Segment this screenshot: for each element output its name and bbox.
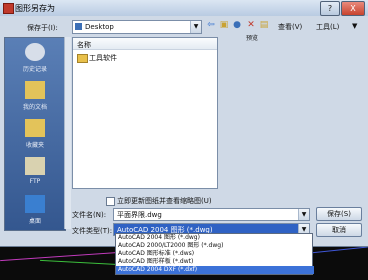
place-ftp[interactable]: FTP	[5, 154, 65, 192]
favorites-icon	[25, 119, 45, 137]
folder-icon	[77, 54, 88, 63]
up-folder-icon[interactable]: ▣	[219, 20, 229, 30]
file-list[interactable]: 名称 工具软件	[72, 37, 218, 189]
file-type-label: 文件类型(T):	[72, 227, 113, 235]
thumbnail-checkbox[interactable]	[106, 197, 115, 206]
desktop-folder-icon	[75, 23, 82, 30]
delete-icon[interactable]: ✕	[246, 20, 256, 30]
file-type-option[interactable]: AutoCAD 2004 图形 (*.dwg)	[116, 234, 314, 242]
save-button[interactable]: 保存(S)	[316, 207, 362, 221]
tools-menu[interactable]: 工具(L)	[316, 22, 339, 32]
close-button[interactable]: X	[341, 1, 365, 16]
title-bar[interactable]: 图形另存为 ? X	[0, 0, 368, 16]
file-name-label: 文件名(N):	[72, 211, 107, 219]
back-icon[interactable]: ⇦	[206, 20, 216, 30]
app-icon	[3, 3, 14, 14]
save-in-label: 保存于(I):	[27, 24, 58, 32]
place-documents[interactable]: 我的文档	[5, 78, 65, 116]
history-icon	[25, 43, 45, 61]
file-type-option-selected[interactable]: AutoCAD 2004 DXF (*.dxf)	[116, 266, 314, 274]
place-desktop[interactable]: 桌面	[5, 192, 65, 230]
canvas-line-magenta	[0, 251, 120, 262]
canvas-line-green	[40, 259, 120, 266]
places-bar: 历史记录 我的文档 收藏夹 FTP 桌面	[4, 37, 66, 231]
preview-label: 预览	[246, 35, 259, 42]
file-name-dropdown-icon[interactable]: ▼	[298, 209, 309, 220]
views-menu[interactable]: 查看(V)	[278, 22, 302, 32]
file-name-input[interactable]: 平面界限.dwg ▼	[113, 208, 310, 221]
documents-icon	[25, 81, 45, 99]
ftp-icon	[25, 157, 45, 175]
file-type-option[interactable]: AutoCAD 2000/LT2000 图形 (*.dwg)	[116, 242, 314, 250]
file-type-dropdown-list[interactable]: AutoCAD 2004 图形 (*.dwg) AutoCAD 2000/LT2…	[115, 233, 314, 275]
save-in-combo[interactable]: Desktop ▼	[72, 20, 202, 34]
place-favorites[interactable]: 收藏夹	[5, 116, 65, 154]
file-type-option[interactable]: AutoCAD 图形标准 (*.dws)	[116, 250, 314, 258]
column-header-name[interactable]: 名称	[73, 38, 217, 50]
chevron-down-icon[interactable]: ▼	[190, 21, 201, 33]
help-button[interactable]: ?	[320, 1, 340, 16]
list-item-label: 工具软件	[89, 54, 117, 62]
save-as-dialog: 图形另存为 ? X 保存于(I): Desktop ▼ ⇦ ▣ ● ✕ ▤ 查看…	[0, 0, 368, 247]
places-scrollbar[interactable]	[64, 37, 71, 229]
thumbnail-checkbox-label: 立即更新图纸并查看缩略图(U)	[117, 197, 212, 205]
tools-menu-arrow[interactable]: ▼	[352, 22, 357, 30]
new-folder-icon[interactable]: ▤	[259, 20, 269, 30]
file-type-option[interactable]: AutoCAD 图形样板 (*.dwt)	[116, 258, 314, 266]
search-web-icon[interactable]: ●	[232, 20, 242, 30]
dialog-title: 图形另存为	[15, 4, 55, 13]
save-in-value: Desktop	[85, 23, 114, 31]
desktop-icon	[25, 195, 45, 213]
cancel-button[interactable]: 取消	[316, 223, 362, 237]
place-history[interactable]: 历史记录	[5, 40, 65, 78]
